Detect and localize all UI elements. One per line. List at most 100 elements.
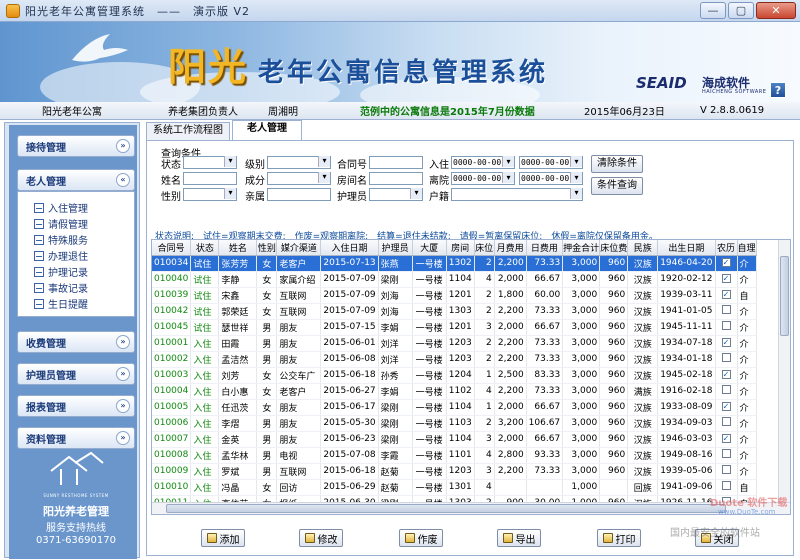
hukou-select[interactable] (451, 188, 583, 201)
lunar-checkbox[interactable] (721, 481, 731, 490)
column-header[interactable]: 月费用 (494, 240, 527, 256)
table-row[interactable]: 010009 入住 罗斌男互联网 2015-06-18 赵菊 一号楼 1203 3 2,200 7… (152, 463, 757, 480)
status-select[interactable] (183, 156, 237, 169)
clear-conditions-button[interactable]: 清除条件 (591, 155, 643, 173)
table-row[interactable]: 010007 入住 金英男朋友 2015-06-23 梁刚 一号楼 1104 3 2,000 66… (152, 431, 757, 448)
lunar-checkbox[interactable]: ✓ (721, 290, 731, 299)
column-header[interactable]: 状态 (190, 240, 220, 256)
column-header[interactable]: 床位费 (599, 240, 629, 256)
void-button[interactable]: 作废 (399, 529, 443, 547)
lunar-checkbox[interactable] (721, 417, 731, 426)
table-row[interactable]: 010040 试住 李静女家属介绍 2015-07-09 梁刚 一号楼 1104 4 2,000… (152, 271, 757, 288)
export-button[interactable]: 导出 (497, 529, 541, 547)
add-button[interactable]: 添加 (201, 529, 245, 547)
lunar-checkbox[interactable]: ✓ (721, 258, 731, 267)
sidebar-item-leave[interactable]: 请假管理 (34, 216, 88, 231)
sidebar-item-accident-record[interactable]: 事故记录 (34, 280, 88, 295)
table-row[interactable]: 010002 入住 孟洁然男朋友 2015-06-08 刘洋 一号楼 1203 2 2,200 7… (152, 351, 757, 368)
table-row[interactable]: 010001 入住 田霞男朋友 2015-06-01 刘洋 一号楼 1203 2 2,200 73… (152, 335, 757, 352)
sidebar-item-care-record[interactable]: 护理记录 (34, 264, 88, 279)
close-window-button[interactable]: ✕ (756, 2, 796, 19)
tab-elderly-management[interactable]: 老人管理 (232, 120, 302, 140)
collapse-chevron-icon[interactable]: « (116, 173, 130, 187)
table-row[interactable]: 010004 入住 白小惠女老客户 2015-06-27 李娟 一号楼 1102 4 2,200… (152, 383, 757, 400)
column-header[interactable]: 姓名 (218, 240, 258, 256)
sidebar-group-reports[interactable]: 报表管理 » (17, 395, 135, 417)
lunar-checkbox[interactable] (721, 305, 731, 314)
lunar-checkbox[interactable] (721, 353, 731, 362)
nurse-select[interactable] (369, 188, 423, 201)
checkout-to-date[interactable]: 0000-00-00 (519, 172, 583, 185)
sidebar-group-elderly[interactable]: 老人管理 « (17, 169, 135, 191)
column-header[interactable]: 出生日期 (657, 240, 716, 256)
checkout-from-date[interactable]: 0000-00-00 (451, 172, 515, 185)
lunar-checkbox[interactable]: ✓ (721, 338, 731, 347)
column-header[interactable]: 民族 (627, 240, 659, 256)
column-header[interactable]: 合同号 (152, 240, 192, 256)
lunar-checkbox[interactable] (721, 321, 731, 330)
help-icon[interactable]: ? (770, 82, 786, 98)
column-header[interactable]: 农历 (715, 240, 738, 256)
table-row[interactable]: 010039 试住 宋鑫女互联网 2015-07-09 刘海 一号楼 1201 2 1,800 6… (152, 287, 757, 304)
column-header[interactable]: 日费用 (526, 240, 564, 256)
maximize-button[interactable]: ▢ (728, 2, 754, 19)
column-header[interactable]: 床位 (474, 240, 495, 256)
column-header[interactable]: 入住日期 (320, 240, 379, 256)
contract-input[interactable] (369, 156, 423, 169)
lunar-checkbox[interactable] (721, 449, 731, 458)
column-header[interactable]: 押金合计 (562, 240, 601, 256)
table-row[interactable]: 010045 试住 瑟世祥男朋友 2015-07-15 李娟 一号楼 1201 3 2,000 6… (152, 319, 757, 336)
column-header[interactable]: 房间 (446, 240, 475, 256)
sidebar-group-nurse[interactable]: 护理员管理 » (17, 363, 135, 385)
lunar-checkbox[interactable]: ✓ (721, 274, 731, 283)
checkin-from-date[interactable]: 0000-00-00 (451, 156, 515, 169)
expand-chevron-icon[interactable]: » (116, 139, 130, 153)
column-header[interactable]: 护理员 (378, 240, 413, 256)
edit-button[interactable]: 修改 (299, 529, 343, 547)
table-cell: 张芳芳 (218, 255, 258, 272)
minimize-button[interactable]: — (700, 2, 726, 19)
lunar-checkbox[interactable]: ✓ (721, 370, 731, 379)
lunar-checkbox[interactable]: ✓ (721, 434, 731, 443)
sidebar-group-billing[interactable]: 收费管理 » (17, 331, 135, 353)
sidebar-item-checkout[interactable]: 办理退住 (34, 248, 88, 263)
room-input[interactable] (369, 172, 423, 185)
lunar-checkbox[interactable]: ✓ (721, 402, 731, 411)
level-select[interactable] (267, 156, 331, 169)
lunar-checkbox[interactable] (721, 465, 731, 474)
tab-workflow[interactable]: 系统工作流程图 (146, 122, 230, 140)
table-cell: 一号楼 (412, 335, 447, 352)
table-row[interactable]: 010010 入住 冯晶女回访 2015-06-29 赵菊 一号楼 1301 4 1,000 回族… (152, 479, 757, 496)
column-header[interactable]: 大厦 (412, 240, 447, 256)
table-row[interactable]: 010034 试住 张芳芳女老客户 2015-07-13 张燕 一号楼 1302 2 2,200… (152, 255, 757, 272)
gender-select[interactable] (183, 188, 237, 201)
vertical-scrollbar[interactable] (778, 240, 790, 502)
table-row[interactable]: 010042 试住 郭荣廷女互联网 2015-07-09 刘海 一号楼 1303 2 2,200… (152, 303, 757, 320)
component-select[interactable] (267, 172, 331, 185)
sidebar-group-label: 护理员管理 (26, 370, 76, 382)
table-cell: 介 (737, 351, 757, 368)
column-header[interactable]: 性别 (256, 240, 278, 256)
sidebar-item-birthday-reminder[interactable]: 生日提醒 (34, 296, 88, 311)
expand-chevron-icon[interactable]: » (116, 335, 130, 349)
lunar-checkbox[interactable] (721, 385, 731, 394)
table-row[interactable]: 010005 入住 任迅茨女朋友 2015-06-17 梁刚 一号楼 1104 1 2,000 6… (152, 399, 757, 416)
table-row[interactable]: 010003 入住 刘芳女公交车广 2015-06-18 孙秀 一号楼 1204 1 2,500… (152, 367, 757, 384)
column-header[interactable]: 媒介渠道 (276, 240, 322, 256)
family-input[interactable] (267, 188, 331, 201)
sidebar-item-checkin[interactable]: 入住管理 (34, 200, 88, 215)
expand-chevron-icon[interactable]: » (116, 399, 130, 413)
table-row[interactable]: 010008 入住 孟华林男电视 2015-07-08 李霞 一号楼 1101 4 2,800 9… (152, 447, 757, 464)
name-input[interactable] (183, 172, 237, 185)
sidebar-group-reception[interactable]: 接待管理 » (17, 135, 135, 157)
print-button[interactable]: 打印 (597, 529, 641, 547)
table-cell: 入住 (190, 447, 220, 464)
table-cell: 1203 (446, 463, 475, 480)
expand-chevron-icon[interactable]: » (116, 367, 130, 381)
table-row[interactable]: 010006 入住 李熠男朋友 2015-05-30 梁刚 一号楼 1103 2 3,200 10… (152, 415, 757, 432)
checkin-to-date[interactable]: 0000-00-00 (519, 156, 583, 169)
column-header[interactable]: 自理 (737, 240, 757, 256)
query-button[interactable]: 条件查询 (591, 177, 643, 195)
table-cell: 2015-06-18 (320, 463, 379, 480)
sidebar-item-special-service[interactable]: 特殊服务 (34, 232, 88, 247)
